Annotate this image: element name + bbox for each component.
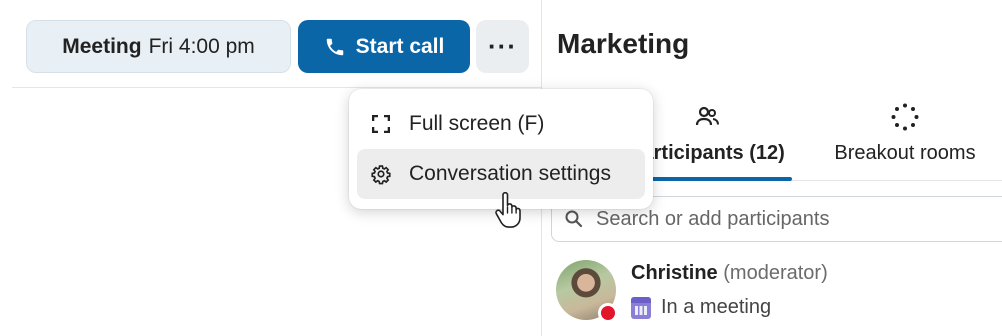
meeting-schedule-button[interactable]: Meeting Fri 4:00 pm: [26, 20, 291, 73]
hand-cursor-icon: [495, 192, 521, 228]
more-actions-button[interactable]: ···: [476, 20, 529, 73]
participant-name: Christine: [631, 262, 718, 284]
calendar-icon: [631, 296, 651, 319]
meeting-time: Fri 4:00 pm: [148, 34, 255, 58]
gear-icon: [371, 164, 391, 185]
fullscreen-icon: [371, 114, 391, 134]
toolbar-divider: [12, 87, 541, 88]
phone-icon: [326, 38, 343, 55]
meeting-label: Meeting: [62, 34, 142, 58]
participant-row[interactable]: Christine (moderator) In a meeting: [556, 258, 1002, 328]
start-call-button[interactable]: Start call: [298, 20, 470, 73]
menu-item-full-screen[interactable]: Full screen (F): [357, 99, 645, 149]
start-call-label: Start call: [355, 34, 445, 58]
more-actions-menu: Full screen (F) Conversation settings: [349, 89, 653, 209]
talk-conversation-view: Meeting Fri 4:00 pm Start call ··· Marke…: [0, 0, 1002, 336]
menu-item-full-screen-label: Full screen (F): [409, 112, 545, 135]
tab-breakout-rooms[interactable]: Breakout rooms: [810, 100, 1000, 165]
busy-status-indicator: [598, 303, 618, 323]
participant-role: (moderator): [723, 262, 828, 284]
participant-status-text: In a meeting: [661, 296, 772, 318]
participants-icon: [694, 100, 720, 134]
search-input[interactable]: [596, 207, 976, 231]
tab-baseline: [792, 180, 1002, 181]
search-icon: [565, 210, 583, 228]
menu-item-conversation-settings-label: Conversation settings: [409, 162, 611, 185]
participant-status: In a meeting: [631, 296, 771, 319]
participant-name-line: Christine (moderator): [631, 262, 828, 285]
conversation-title: Marketing: [557, 28, 690, 59]
more-icon: ···: [488, 31, 517, 61]
breakout-rooms-icon: [890, 100, 920, 134]
tab-breakout-rooms-label: Breakout rooms: [834, 142, 976, 164]
